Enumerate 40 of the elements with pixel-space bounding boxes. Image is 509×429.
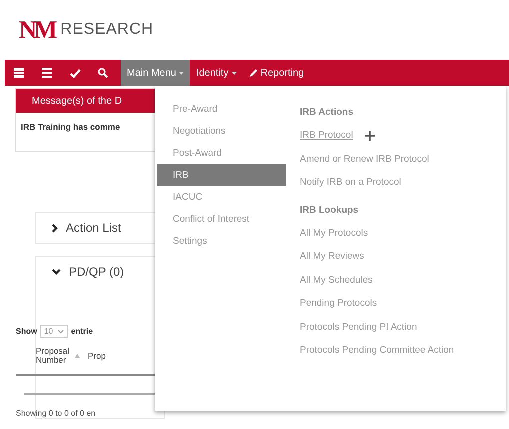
menu-group-title: IRB Actions: [300, 106, 354, 120]
menu-link[interactable]: All My Reviews: [300, 251, 364, 262]
page-size-select[interactable]: 10: [40, 325, 68, 338]
menu-item[interactable]: Negotiations: [157, 120, 286, 142]
menu-item[interactable]: IRB: [157, 164, 286, 186]
menu-link[interactable]: All My Protocols: [300, 228, 368, 239]
column-header[interactable]: Prop: [88, 351, 106, 361]
menu-link[interactable]: Protocols Pending PI Action: [300, 322, 418, 333]
menu-link[interactable]: Amend or Renew IRB Protocol: [300, 154, 430, 165]
menu-link[interactable]: Notify IRB on a Protocol: [300, 177, 402, 188]
menu-group-title: IRB Lookups: [300, 204, 360, 218]
message-text: IRB Training has comme: [20, 121, 122, 132]
caret-icon: [232, 72, 237, 74]
list-icon[interactable]: [42, 68, 52, 78]
nav-menu-item[interactable]: Main Menu: [121, 60, 190, 86]
site-title: RESEARCH: [60, 21, 154, 39]
menu-icon[interactable]: [14, 68, 24, 78]
menu-link[interactable]: Protocols Pending Committee Action: [300, 345, 454, 356]
panel-toggle[interactable]: Action List: [36, 213, 164, 243]
pencil-icon: [248, 68, 258, 78]
menu-link[interactable]: All My Schedules: [300, 274, 373, 286]
check-icon[interactable]: [70, 68, 80, 78]
plus-icon[interactable]: [365, 130, 376, 141]
search-icon[interactable]: [98, 68, 108, 78]
logo: NM: [19, 18, 55, 42]
nav-menu-item[interactable]: Reporting: [242, 60, 310, 86]
show-label: Show: [16, 327, 38, 336]
menu-link[interactable]: Pending Protocols: [300, 298, 378, 310]
chevron-right-icon: [52, 224, 58, 232]
caret-icon: [179, 72, 184, 74]
caret-icon: [58, 330, 64, 334]
menu-item[interactable]: Post-Award: [157, 142, 286, 164]
chevron-down-icon: [52, 269, 61, 275]
menu-link[interactable]: IRB Protocol: [300, 130, 354, 142]
menu-item[interactable]: IACUC: [157, 186, 286, 208]
entries-label: entrie: [71, 327, 94, 336]
nav-menu-item[interactable]: Identity: [190, 60, 243, 86]
table-info: Showing 0 to 0 of 0 en: [16, 409, 97, 418]
column-header[interactable]: Proposal Number: [36, 346, 72, 366]
panel-toggle[interactable]: PD/QP (0): [36, 257, 164, 287]
